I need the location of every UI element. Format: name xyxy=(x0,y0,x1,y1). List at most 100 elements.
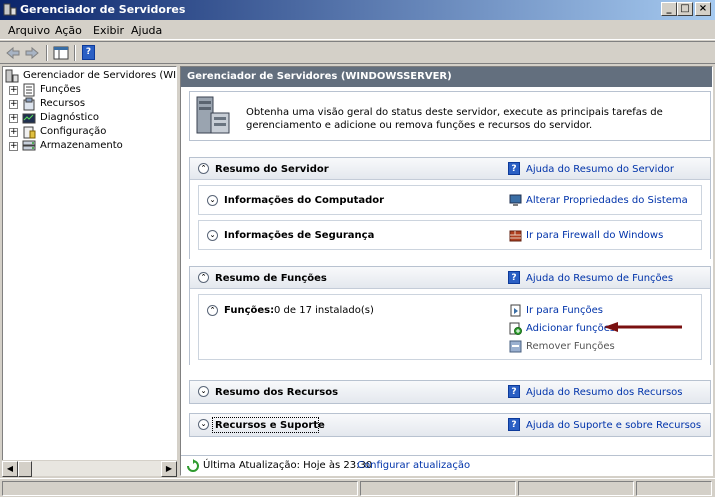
resources-support-panel: ⌄ Recursos e Suporte ? Ajuda do Suporte … xyxy=(189,413,711,437)
features-icon xyxy=(23,97,35,111)
server-summary-help-link[interactable]: Ajuda do Resumo do Servidor xyxy=(526,164,674,175)
remove-roles-link: Remover Funções xyxy=(526,341,615,352)
expand-chevron-icon[interactable]: ⌄ xyxy=(198,386,209,397)
help-icon: ? xyxy=(508,271,520,284)
roles-summary-panel: ⌃ Resumo de Funções ? Ajuda do Resumo de… xyxy=(189,266,711,365)
details-pane: Gerenciador de Servidores (WINDOWSSERVER… xyxy=(180,66,713,476)
tree-root-label: Gerenciador de Servidores (WINDC xyxy=(23,70,176,81)
help-icon: ? xyxy=(508,418,520,431)
configuration-icon xyxy=(23,126,36,139)
menu-bar: Arquivo Ação Exibir Ajuda xyxy=(0,20,715,40)
refresh-icon xyxy=(187,459,199,472)
server-summary-header[interactable]: ⌃ Resumo do Servidor ? Ajuda do Resumo d… xyxy=(190,158,710,180)
windows-firewall-link[interactable]: Ir para Firewall do Windows xyxy=(526,230,663,241)
add-roles-link[interactable]: Adicionar funções xyxy=(526,323,615,334)
tree-item-label: Diagnóstico xyxy=(40,112,99,123)
annotation-arrow-icon xyxy=(604,322,682,332)
expand-toggle[interactable]: + xyxy=(9,114,18,123)
change-system-properties-link[interactable]: Alterar Propriedades do Sistema xyxy=(526,195,688,206)
roles-icon xyxy=(23,83,35,97)
help-icon[interactable]: ? xyxy=(82,45,95,60)
menu-arquivo[interactable]: Arquivo xyxy=(8,24,50,37)
status-cell xyxy=(518,481,634,496)
server-manager-icon xyxy=(5,69,19,83)
overview-box: Obtenha uma visão geral do status deste … xyxy=(189,91,711,141)
status-cell xyxy=(2,481,358,496)
scroll-left-button[interactable]: ◀ xyxy=(2,461,18,477)
window-title: Gerenciador de Servidores xyxy=(20,3,186,16)
resources-support-help-link[interactable]: Ajuda do Suporte e sobre Recursos xyxy=(526,420,701,431)
features-summary-help-link[interactable]: Ajuda do Resumo dos Recursos xyxy=(526,387,682,398)
roles-label: Funções: xyxy=(224,305,275,316)
console-tree: Gerenciador de Servidores (WINDC + Funçõ… xyxy=(2,66,177,476)
roles-summary-help-link[interactable]: Ajuda do Resumo de Funções xyxy=(526,273,673,284)
roles-summary-title: Resumo de Funções xyxy=(215,273,327,284)
roles-summary-header[interactable]: ⌃ Resumo de Funções ? Ajuda do Resumo de… xyxy=(190,267,710,289)
configure-refresh-link[interactable]: Configurar atualização xyxy=(357,460,470,471)
scroll-right-button[interactable]: ▶ xyxy=(161,461,177,477)
status-bar xyxy=(0,478,715,497)
status-cell xyxy=(360,481,516,496)
menu-ajuda[interactable]: Ajuda xyxy=(131,24,162,37)
expand-toggle[interactable]: + xyxy=(9,142,18,151)
tree-item-armazenamento[interactable]: + Armazenamento xyxy=(3,139,176,153)
firewall-icon xyxy=(509,230,522,242)
collapse-chevron-icon[interactable]: ⌃ xyxy=(198,163,209,174)
tree-item-funcoes[interactable]: + Funções xyxy=(3,83,176,97)
details-header: Gerenciador de Servidores (WINDOWSSERVER… xyxy=(181,67,712,87)
roles-icon xyxy=(510,304,521,317)
expand-toggle[interactable]: + xyxy=(9,86,18,95)
server-tower-icon xyxy=(196,96,230,134)
expand-chevron-icon[interactable]: ⌄ xyxy=(207,195,218,206)
help-icon: ? xyxy=(508,385,520,398)
help-icon: ? xyxy=(508,162,520,175)
storage-icon xyxy=(22,140,36,151)
collapse-chevron-icon[interactable]: ⌃ xyxy=(198,272,209,283)
go-to-roles-link[interactable]: Ir para Funções xyxy=(526,305,603,316)
server-manager-icon xyxy=(3,3,17,16)
maximize-button[interactable]: □ xyxy=(677,2,693,16)
menu-exibir[interactable]: Exibir xyxy=(93,24,124,37)
tree-item-label: Armazenamento xyxy=(40,140,123,151)
tree-item-label: Funções xyxy=(40,84,81,95)
refresh-bar: Última Atualização: Hoje às 23:30 Config… xyxy=(181,455,712,475)
tree-item-configuracao[interactable]: + Configuração xyxy=(3,125,176,139)
server-summary-body: ⌄ Informações do Computador Alterar Prop… xyxy=(190,180,710,259)
forward-arrow-icon[interactable] xyxy=(24,45,40,61)
computer-info-section: ⌄ Informações do Computador Alterar Prop… xyxy=(198,185,702,215)
tree-item-recursos[interactable]: + Recursos xyxy=(3,97,176,111)
diagnostics-icon xyxy=(22,113,36,124)
minimize-button[interactable]: _ xyxy=(661,2,677,16)
computer-info-title: Informações do Computador xyxy=(224,195,385,206)
features-summary-title: Resumo dos Recursos xyxy=(215,387,339,398)
system-properties-icon xyxy=(509,194,522,206)
close-button[interactable]: × xyxy=(695,2,711,16)
tree-root[interactable]: Gerenciador de Servidores (WINDC xyxy=(3,69,176,83)
expand-chevron-icon[interactable]: ⌄ xyxy=(198,419,209,430)
back-arrow-icon[interactable] xyxy=(5,45,21,61)
scroll-thumb[interactable] xyxy=(18,461,32,477)
tree-item-label: Recursos xyxy=(40,98,86,109)
expand-chevron-icon[interactable]: ⌄ xyxy=(207,230,218,241)
security-info-title: Informações de Segurança xyxy=(224,230,375,241)
toolbar: ? xyxy=(0,41,715,64)
last-update-text: Última Atualização: Hoje às 23:30 xyxy=(203,460,373,471)
expand-toggle[interactable]: + xyxy=(9,128,18,137)
expand-toggle[interactable]: + xyxy=(9,100,18,109)
show-hide-console-tree-icon[interactable] xyxy=(53,45,69,61)
title-bar: Gerenciador de Servidores _ □ × xyxy=(0,0,715,20)
features-summary-header[interactable]: ⌄ Resumo dos Recursos ? Ajuda do Resumo … xyxy=(190,381,710,403)
remove-roles-icon xyxy=(509,340,522,353)
server-summary-title: Resumo do Servidor xyxy=(215,164,329,175)
menu-acao[interactable]: Ação xyxy=(55,24,82,37)
collapse-chevron-icon[interactable]: ⌃ xyxy=(207,305,218,316)
security-info-section: ⌄ Informações de Segurança Ir para Firew… xyxy=(198,220,702,250)
overview-text: Obtenha uma visão geral do status deste … xyxy=(246,107,663,131)
resources-support-header[interactable]: ⌄ Recursos e Suporte ? Ajuda do Suporte … xyxy=(190,414,710,436)
status-cell xyxy=(636,481,712,496)
add-roles-icon xyxy=(509,322,522,335)
features-summary-panel: ⌄ Resumo dos Recursos ? Ajuda do Resumo … xyxy=(189,380,711,404)
tree-item-diagnostico[interactable]: + Diagnóstico xyxy=(3,111,176,125)
tree-horizontal-scrollbar[interactable]: ◀ ▶ xyxy=(2,460,177,477)
toolbar-separator xyxy=(74,45,76,61)
